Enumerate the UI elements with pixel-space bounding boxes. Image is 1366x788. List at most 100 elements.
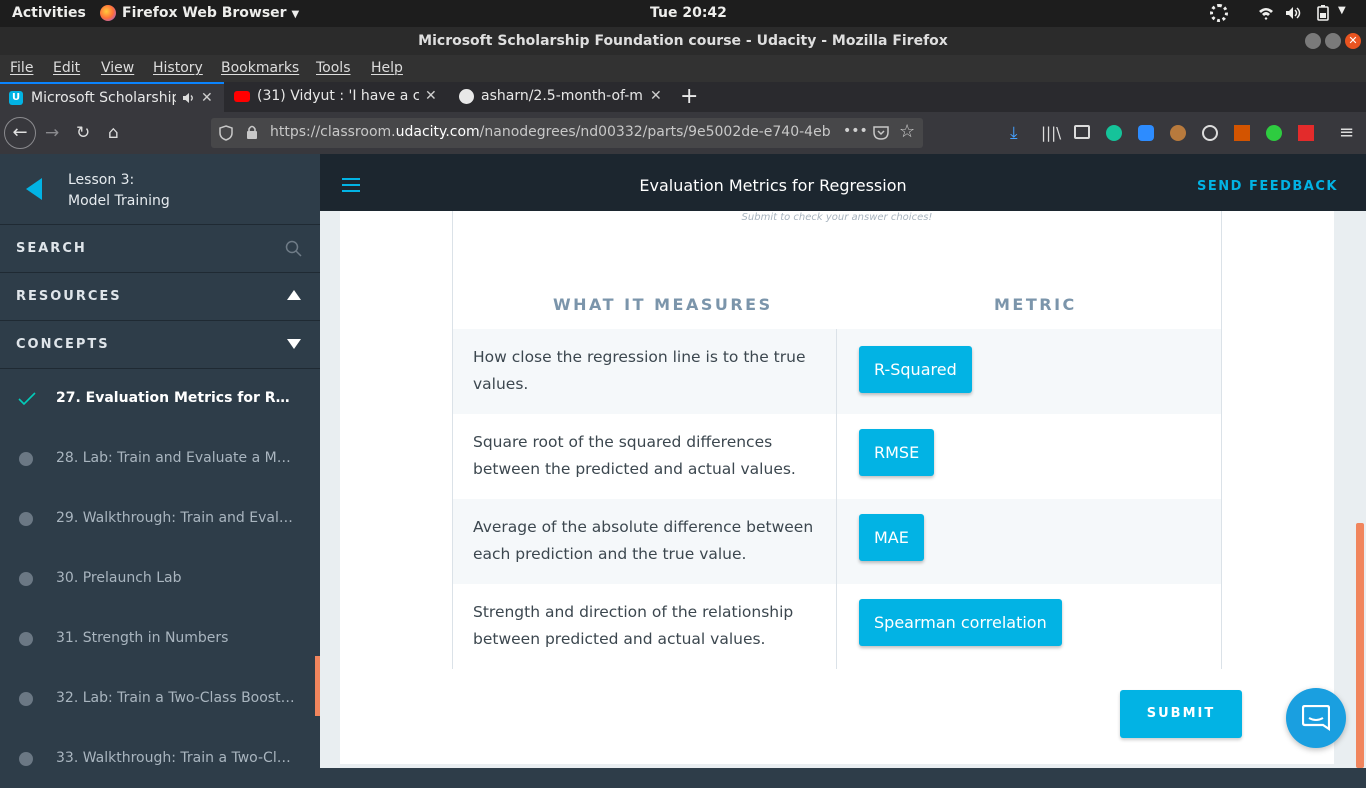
incomplete-dot-icon — [19, 512, 33, 526]
sidebar-toggle-icon[interactable] — [1074, 125, 1090, 139]
url-bar[interactable]: https://classroom.udacity.com/nanodegree… — [211, 118, 923, 148]
url-text[interactable]: https://classroom.udacity.com/nanodegree… — [270, 124, 836, 140]
new-tab-icon[interactable]: + — [680, 84, 698, 109]
activities-button[interactable]: Activities — [12, 5, 86, 21]
quiz-row: How close the regression line is to the … — [453, 329, 1221, 414]
concept-item-29[interactable]: 29. Walkthrough: Train and Evalua... — [0, 488, 320, 548]
page-actions-icon[interactable]: ••• — [843, 123, 868, 139]
extension-green-icon[interactable] — [1266, 125, 1282, 141]
column-divider — [836, 499, 837, 584]
forward-arrow-icon[interactable]: → — [45, 124, 59, 142]
triangle-up-icon[interactable] — [287, 290, 301, 300]
resources-label: RESOURCES — [16, 289, 122, 304]
lesson-header[interactable]: Lesson 3: Model Training — [0, 154, 320, 225]
home-icon[interactable]: ⌂ — [108, 124, 119, 142]
maximize-button[interactable] — [1325, 33, 1341, 49]
incomplete-dot-icon — [19, 752, 33, 766]
classroom-header: Evaluation Metrics for Regression SEND F… — [320, 154, 1366, 211]
lock-icon[interactable] — [246, 125, 258, 140]
menu-tools[interactable]: Tools — [316, 60, 351, 76]
extension-orange-icon[interactable] — [1234, 125, 1250, 141]
system-menu-caret-icon[interactable]: ▼ — [1338, 5, 1346, 16]
tracking-shield-icon[interactable] — [219, 125, 233, 141]
menu-help[interactable]: Help — [371, 60, 403, 76]
library-icon[interactable]: |||\ — [1041, 124, 1061, 142]
concept-item-31[interactable]: 31. Strength in Numbers — [0, 608, 320, 668]
wifi-icon[interactable] — [1258, 6, 1274, 20]
concept-item-27[interactable]: 27. Evaluation Metrics for Regres... — [0, 368, 320, 428]
tab-udacity[interactable]: U Microsoft Scholarship ✕ — [0, 82, 224, 112]
quiz-row: Strength and direction of the relationsh… — [453, 584, 1221, 669]
back-arrow-icon[interactable]: ← — [4, 117, 36, 149]
back-triangle-icon[interactable] — [26, 178, 42, 200]
metric-answer-chip[interactable]: Spearman correlation — [859, 599, 1062, 646]
concept-item-28[interactable]: 28. Lab: Train and Evaluate a Model — [0, 428, 320, 488]
bookmark-star-icon[interactable]: ☆ — [899, 121, 915, 142]
concept-item-30[interactable]: 30. Prelaunch Lab — [0, 548, 320, 608]
firefox-icon — [100, 5, 116, 21]
minimize-button[interactable] — [1305, 33, 1321, 49]
app-menu-label: Firefox Web Browser — [122, 5, 287, 21]
resources-section[interactable]: RESOURCES — [0, 273, 320, 321]
grammarly-icon[interactable] — [1106, 125, 1122, 141]
menu-bar: File Edit View History Bookmarks Tools H… — [0, 55, 1366, 82]
udacity-favicon: U — [9, 91, 23, 105]
battery-icon[interactable] — [1315, 5, 1331, 21]
close-tab-icon[interactable]: ✕ — [650, 88, 662, 104]
clock[interactable]: Tue 20:42 — [650, 5, 727, 21]
tab-github[interactable]: asharn/2.5-month-of-mic ✕ — [450, 82, 672, 112]
lesson-number: Lesson 3: — [68, 172, 135, 188]
concepts-section[interactable]: CONCEPTS — [0, 321, 320, 369]
url-prefix: https://classroom. — [270, 124, 396, 140]
account-icon[interactable] — [1202, 125, 1218, 141]
metric-answer-chip[interactable]: RMSE — [859, 429, 935, 476]
zoom-extension-icon[interactable] — [1138, 125, 1154, 141]
concept-label: 30. Prelaunch Lab — [56, 570, 182, 586]
tab-youtube[interactable]: (31) Vidyut : 'I have a con ✕ — [226, 82, 448, 112]
tab-bar: U Microsoft Scholarship ✕ (31) Vidyut : … — [0, 82, 1366, 112]
window-titlebar: Microsoft Scholarship Foundation course … — [0, 27, 1366, 55]
close-tab-icon[interactable]: ✕ — [201, 90, 213, 106]
speaker-icon[interactable] — [182, 92, 196, 104]
reload-icon[interactable]: ↻ — [76, 124, 90, 142]
incomplete-dot-icon — [19, 452, 33, 466]
search-icon[interactable] — [285, 240, 302, 257]
tab-label: (31) Vidyut : 'I have a con — [257, 88, 419, 104]
concept-label: 29. Walkthrough: Train and Evalua... — [56, 510, 296, 526]
concept-item-32[interactable]: 32. Lab: Train a Two-Class Boosted... — [0, 668, 320, 728]
url-path: /nanodegrees/nd00332/parts/9e5002de-e740… — [479, 124, 831, 140]
metric-answer-chip[interactable]: MAE — [859, 514, 924, 561]
concept-item-33[interactable]: 33. Walkthrough: Train a Two-Clas... — [0, 728, 320, 788]
submit-button[interactable]: SUBMIT — [1120, 690, 1242, 738]
question-text: Square root of the squared differences b… — [473, 433, 796, 478]
window-title: Microsoft Scholarship Foundation course … — [418, 33, 948, 49]
page-scrollbar-thumb[interactable] — [1356, 523, 1364, 768]
menu-file[interactable]: File — [10, 60, 33, 76]
close-window-button[interactable]: ✕ — [1345, 33, 1361, 49]
metric-answer-chip[interactable]: R-Squared — [859, 346, 972, 393]
menu-view[interactable]: View — [101, 60, 134, 76]
settings-daemon-icon[interactable] — [1210, 4, 1228, 22]
incomplete-dot-icon — [19, 572, 33, 586]
question-text: Average of the absolute difference betwe… — [473, 518, 814, 563]
menu-history[interactable]: History — [153, 60, 203, 76]
menu-edit[interactable]: Edit — [53, 60, 80, 76]
app-menu[interactable]: Firefox Web Browser ▼ — [122, 5, 299, 21]
pocket-icon[interactable] — [873, 125, 889, 140]
question-text: Strength and direction of the relationsh… — [473, 603, 794, 648]
downloads-icon[interactable]: ⤓ — [1010, 124, 1018, 142]
volume-icon[interactable] — [1285, 6, 1303, 20]
caret-down-icon: ▼ — [291, 9, 300, 20]
hamburger-menu-icon[interactable]: ≡ — [1339, 124, 1354, 142]
quiz-hint: Submit to check your answer choices! — [741, 212, 933, 223]
triangle-down-icon[interactable] — [287, 339, 301, 349]
concept-label: 27. Evaluation Metrics for Regres... — [56, 390, 296, 406]
extension-red-icon[interactable] — [1298, 125, 1314, 141]
close-tab-icon[interactable]: ✕ — [425, 88, 437, 104]
column-divider — [836, 584, 837, 669]
menu-bookmarks[interactable]: Bookmarks — [221, 60, 299, 76]
cookie-icon[interactable] — [1170, 125, 1186, 141]
chat-launcher-button[interactable] — [1286, 688, 1346, 748]
search-section[interactable]: SEARCH — [0, 225, 320, 273]
send-feedback-link[interactable]: SEND FEEDBACK — [1197, 179, 1338, 194]
